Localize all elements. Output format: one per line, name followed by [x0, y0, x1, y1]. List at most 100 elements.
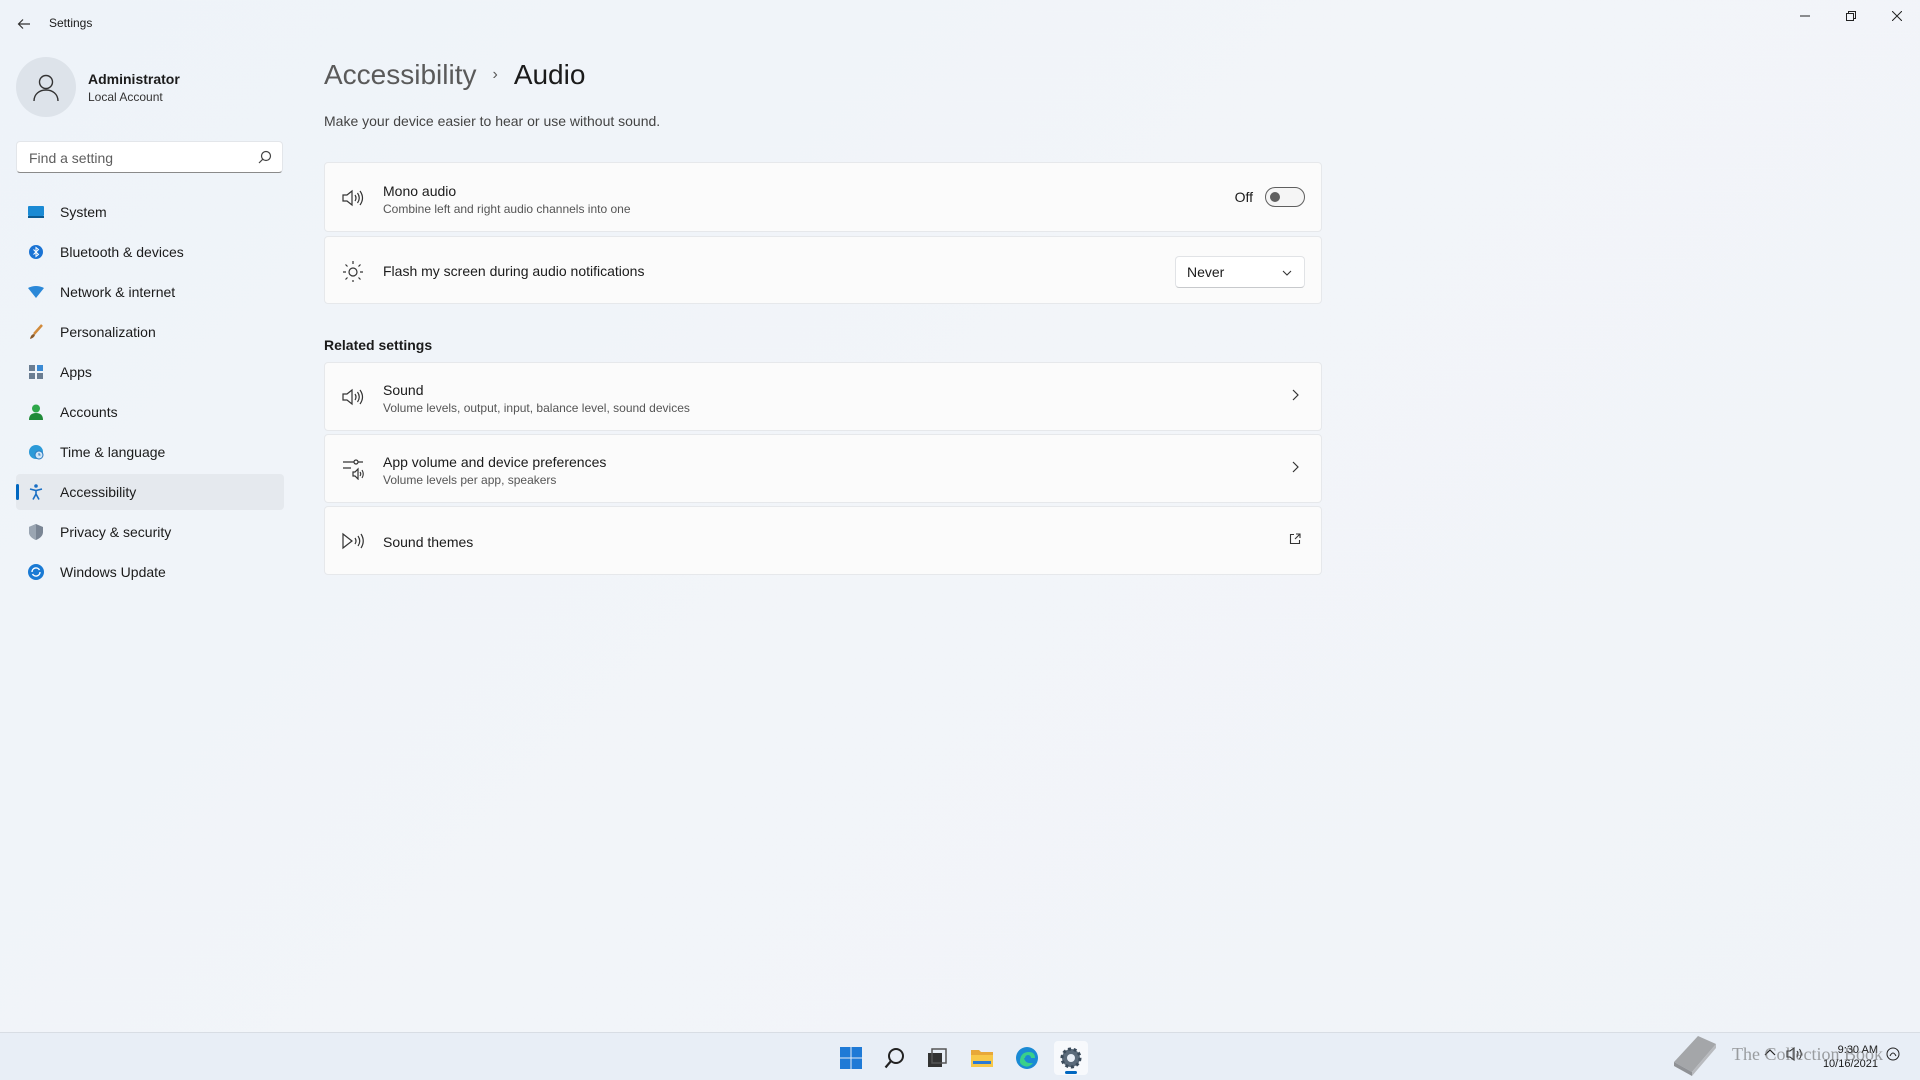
speaker-icon	[341, 385, 365, 409]
start-icon	[840, 1047, 862, 1069]
flash-screen-dropdown[interactable]: Never	[1175, 256, 1305, 288]
mono-audio-title: Mono audio	[383, 183, 457, 199]
sidebar-item-network[interactable]: Network & internet	[16, 274, 284, 310]
task-view-icon	[928, 1048, 947, 1067]
minimize-icon	[1800, 15, 1810, 17]
restore-button[interactable]	[1828, 0, 1874, 32]
sidebar-item-label: Network & internet	[60, 284, 176, 300]
related-item-sound-themes[interactable]: Sound themes	[324, 506, 1322, 575]
mono-audio-toggle-wrap: Off	[1235, 187, 1305, 207]
sidebar-item-time-language[interactable]: Time & language	[16, 434, 284, 470]
notification-icon[interactable]	[1886, 1047, 1900, 1064]
chevron-right-icon	[1292, 389, 1299, 401]
taskbar: 9:30 AM 10/16/2021	[0, 1032, 1920, 1080]
minimize-button[interactable]	[1782, 0, 1828, 32]
sidebar-item-personalization[interactable]: Personalization	[16, 314, 284, 350]
sidebar-item-label: Windows Update	[60, 564, 166, 580]
back-button[interactable]	[12, 12, 36, 36]
sidebar-item-accounts[interactable]: Accounts	[16, 394, 284, 430]
flash-screen-card: Flash my screen during audio notificatio…	[324, 236, 1322, 304]
task-view-button[interactable]	[920, 1041, 954, 1075]
profile-name: Administrator	[88, 71, 180, 87]
sidebar-item-label: Accessibility	[60, 484, 137, 500]
breadcrumb-parent[interactable]: Accessibility	[324, 59, 476, 91]
edge-button[interactable]	[1010, 1041, 1044, 1075]
file-explorer-icon	[971, 1050, 993, 1067]
settings-app-button[interactable]	[1054, 1041, 1088, 1075]
start-button[interactable]	[834, 1041, 868, 1075]
breadcrumb: Accessibility › Audio	[324, 54, 585, 96]
chevron-down-icon	[1282, 270, 1292, 276]
restore-icon	[1846, 11, 1856, 21]
edge-icon	[1016, 1047, 1038, 1069]
sidebar-item-accessibility[interactable]: Accessibility	[16, 474, 284, 510]
mono-audio-toggle[interactable]	[1265, 187, 1305, 207]
page-description: Make your device easier to hear or use w…	[324, 113, 661, 129]
sidebar-item-label: Personalization	[60, 324, 156, 340]
active-indicator	[16, 484, 19, 500]
personalization-icon	[28, 324, 44, 340]
sidebar-item-bluetooth[interactable]: Bluetooth & devices	[16, 234, 284, 270]
mixer-icon	[341, 457, 365, 481]
flash-sun-icon	[341, 259, 365, 283]
avatar	[16, 57, 76, 117]
mono-audio-card: Mono audio Combine left and right audio …	[324, 162, 1322, 232]
file-explorer-button[interactable]	[965, 1041, 999, 1075]
watermark-text: The Collection Book	[1732, 1043, 1883, 1064]
sidebar-item-system[interactable]: System	[16, 194, 284, 230]
apps-icon	[28, 364, 44, 380]
settings-icon	[1060, 1047, 1082, 1069]
sidebar-item-privacy[interactable]: Privacy & security	[16, 514, 284, 550]
search-icon	[258, 150, 272, 164]
back-arrow-icon	[17, 19, 30, 29]
toggle-knob	[1270, 192, 1280, 202]
related-item-title: Sound	[383, 382, 424, 398]
network-icon	[28, 284, 44, 300]
book-icon	[1674, 1036, 1716, 1076]
sidebar-item-label: System	[60, 204, 107, 220]
breadcrumb-separator: ›	[492, 66, 498, 83]
sidebar-item-label: Bluetooth & devices	[60, 244, 184, 260]
speaker-icon	[341, 186, 365, 210]
dropdown-value: Never	[1187, 264, 1225, 280]
time-language-icon	[28, 444, 44, 460]
related-settings-heading: Related settings	[324, 337, 433, 353]
accounts-icon	[28, 404, 44, 420]
related-item-app-volume[interactable]: App volume and device preferences Volume…	[324, 434, 1322, 503]
bluetooth-icon	[28, 244, 44, 260]
watermark: The Collection Book	[1668, 1030, 1883, 1078]
close-icon	[1892, 11, 1902, 21]
profile-account-type: Local Account	[88, 90, 163, 104]
system-icon	[28, 204, 44, 220]
related-item-title: Sound themes	[383, 534, 474, 550]
chevron-right-icon	[1292, 461, 1299, 473]
flash-screen-title: Flash my screen during audio notificatio…	[383, 263, 645, 279]
search-input[interactable]	[27, 142, 251, 174]
app-title: Settings	[49, 16, 93, 30]
related-item-subtitle: Volume levels, output, input, balance le…	[383, 401, 690, 415]
search-icon	[884, 1048, 904, 1069]
related-item-sound[interactable]: Sound Volume levels, output, input, bala…	[324, 362, 1322, 431]
external-link-icon	[1289, 533, 1301, 545]
sidebar-item-windows-update[interactable]: Windows Update	[16, 554, 284, 590]
related-item-title: App volume and device preferences	[383, 454, 607, 470]
sidebar-item-label: Privacy & security	[60, 524, 172, 540]
sound-themes-icon	[341, 529, 365, 553]
close-button[interactable]	[1874, 0, 1920, 32]
mono-audio-subtitle: Combine left and right audio channels in…	[383, 202, 631, 216]
search-box[interactable]	[16, 141, 283, 174]
sidebar-item-apps[interactable]: Apps	[16, 354, 284, 390]
title-bar: Settings	[0, 0, 1920, 48]
user-profile[interactable]: Administrator Local Account	[16, 57, 276, 117]
sidebar-item-label: Accounts	[60, 404, 118, 420]
user-icon	[33, 74, 59, 102]
taskbar-search-button[interactable]	[878, 1041, 912, 1075]
sidebar-nav: System Bluetooth & devices Network & int…	[16, 194, 284, 594]
windows-update-icon	[28, 564, 44, 580]
sidebar-item-label: Time & language	[60, 444, 166, 460]
privacy-icon	[28, 524, 44, 540]
sidebar-item-label: Apps	[60, 364, 92, 380]
active-app-indicator	[1065, 1071, 1077, 1074]
related-item-subtitle: Volume levels per app, speakers	[383, 473, 557, 487]
mono-audio-state: Off	[1234, 189, 1253, 205]
